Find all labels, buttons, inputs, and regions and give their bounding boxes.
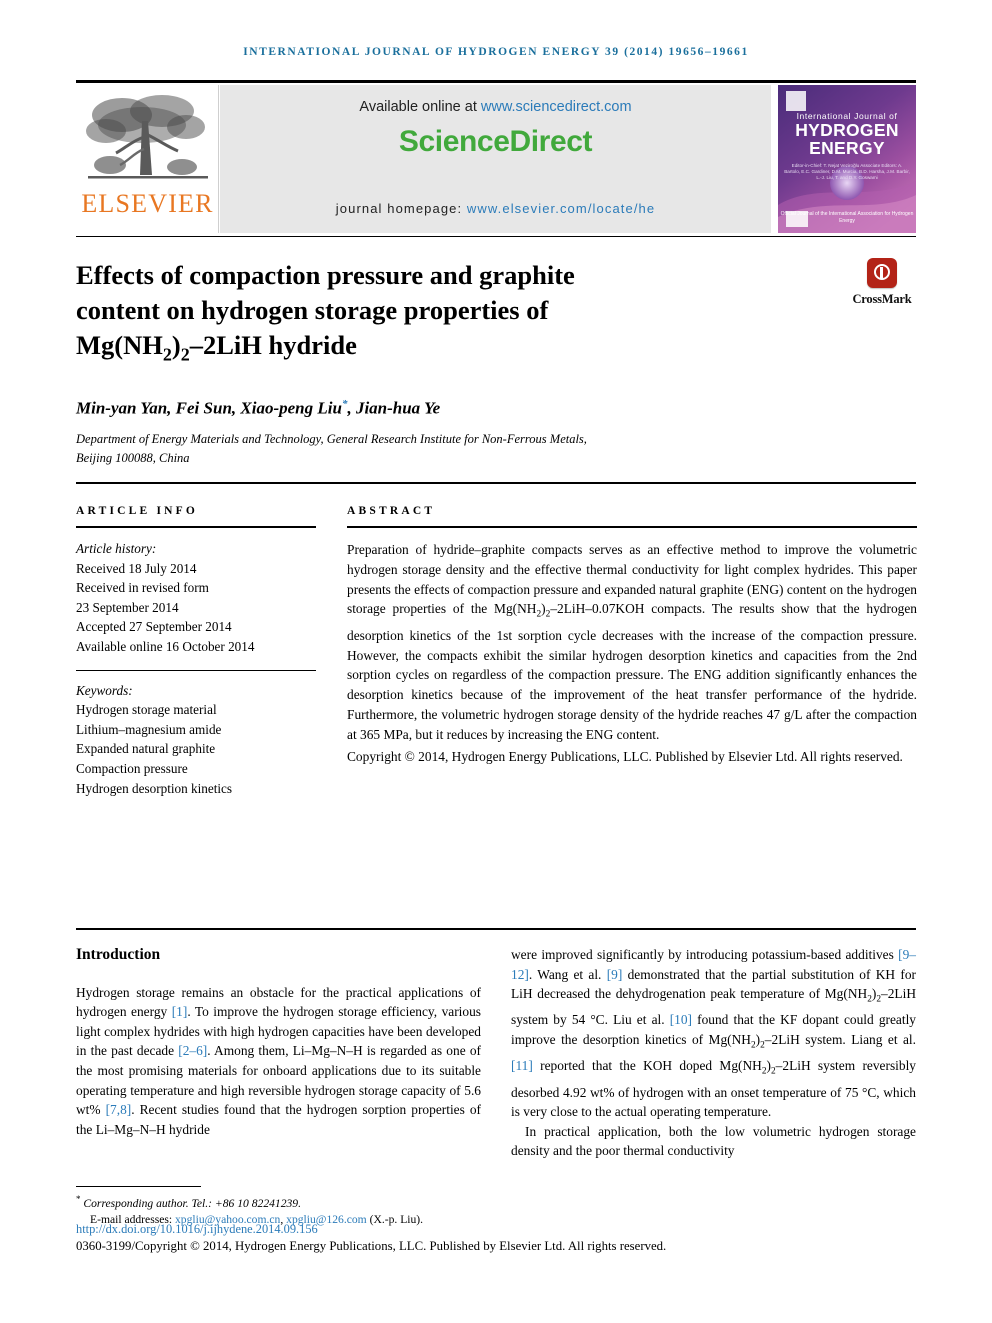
abstract-column: ABSTRACT Preparation of hydride–graphite…: [347, 505, 917, 766]
crossmark-icon: [867, 258, 897, 288]
article-history-label: Article history:: [76, 541, 157, 556]
keyword-0: Hydrogen storage material: [76, 702, 217, 718]
keyword-2: Expanded natural graphite: [76, 741, 216, 757]
keyword-4: Hydrogen desorption kinetics: [76, 780, 233, 796]
authors-main: Min-yan Yan, Fei Sun, Xiao-peng Liu: [76, 398, 342, 418]
history-item-1: Received in revised form: [76, 580, 209, 596]
journal-header-band: ELSEVIER Available online at www.science…: [76, 85, 916, 233]
running-head: International Journal of Hydrogen Energy…: [243, 46, 749, 58]
keyword-1: Lithium–magnesium amide: [76, 721, 222, 737]
elsevier-tree-icon: [86, 95, 208, 179]
available-online-label: Available online at: [359, 99, 481, 115]
journal-cover-thumbnail: International Journal of HYDROGEN ENERGY…: [778, 85, 916, 233]
abstract-underline: [347, 526, 917, 528]
header-bottom-rule: [76, 236, 916, 237]
sciencedirect-logo: ScienceDirect: [398, 125, 593, 158]
affiliation-line-2: Beijing 100088, China: [76, 451, 190, 465]
title-line-3: Mg(NH2)2–2LiH hydride: [76, 330, 357, 365]
intro-paragraph-right-1: were improved significantly by introduci…: [511, 947, 916, 1120]
article-info-underline: [76, 526, 316, 528]
authors-tail: , Jian-hua Ye: [347, 398, 441, 418]
history-item-0: Received 18 July 2014: [76, 560, 197, 576]
journal-homepage-line: journal homepage: www.elsevier.com/locat…: [220, 201, 771, 216]
crossmark-badge[interactable]: CrossMark: [842, 258, 922, 320]
corresponding-author-note: Corresponding author. Tel.: +86 10 82241…: [80, 1196, 302, 1210]
introduction-heading: Introduction: [76, 946, 161, 963]
cover-title-line1: HYDROGEN: [795, 120, 899, 140]
affiliation: Department of Energy Materials and Techn…: [76, 430, 716, 468]
cover-footer-text: Official Journal of the International As…: [780, 211, 914, 224]
journal-homepage-label: journal homepage:: [335, 201, 467, 216]
journal-homepage-url[interactable]: www.elsevier.com/locate/he: [467, 201, 655, 216]
elsevier-wordmark: ELSEVIER: [81, 189, 214, 218]
author-list: Min-yan Yan, Fei Sun, Xiao-peng Liu*, Ji…: [76, 398, 776, 419]
page-title: Effects of compaction pressure and graph…: [76, 258, 696, 372]
body-column-right: were improved significantly by introduci…: [511, 945, 916, 1161]
keyword-3: Compaction pressure: [76, 760, 188, 776]
history-item-3: Accepted 27 September 2014: [76, 619, 232, 635]
history-item-2: 23 September 2014: [76, 599, 179, 615]
citation-7-8[interactable]: [7,8]: [106, 1102, 132, 1117]
citation-10[interactable]: [10]: [670, 1012, 692, 1027]
intro-paragraph-left: Hydrogen storage remains an obstacle for…: [76, 984, 481, 1137]
cover-journal-title: HYDROGEN ENERGY: [778, 121, 916, 157]
article-info-column: ARTICLE INFO Article history: Received 1…: [76, 505, 316, 798]
citation-9[interactable]: [9]: [607, 967, 623, 982]
affiliation-line-1: Department of Energy Materials and Techn…: [76, 432, 587, 446]
article-info-heading: ARTICLE INFO: [76, 505, 199, 517]
keywords-divider: [76, 669, 316, 671]
abstract-copyright: Copyright © 2014, Hydrogen Energy Public…: [347, 748, 903, 764]
citation-2-6[interactable]: [2–6]: [178, 1043, 207, 1058]
article-history-block: Article history: Received 18 July 2014 R…: [76, 539, 316, 657]
header-top-rule: [76, 80, 916, 83]
journal-article-page: International Journal of Hydrogen Energy…: [0, 0, 992, 1323]
body-column-left: Introduction Hydrogen storage remains an…: [76, 945, 481, 1139]
cover-title-line2: ENERGY: [809, 138, 885, 158]
title-line-2: content on hydrogen storage properties o…: [76, 295, 549, 325]
doi-link[interactable]: http://dx.doi.org/10.1016/j.ijhydene.201…: [76, 1222, 318, 1237]
issn-copyright-line: 0360-3199/Copyright © 2014, Hydrogen Ene…: [76, 1239, 667, 1253]
elsevier-logo-box: ELSEVIER: [76, 85, 219, 233]
crossmark-label: CrossMark: [852, 292, 912, 306]
sciencedirect-url[interactable]: www.sciencedirect.com: [481, 99, 632, 115]
keywords-block: Keywords: Hydrogen storage material Lith…: [76, 681, 316, 799]
available-online-line: Available online at www.sciencedirect.co…: [220, 99, 771, 115]
cover-editors: Editor-in-Chief: T. Nejat Veziroğlu Asso…: [784, 163, 910, 180]
intro-paragraph-right-2: In practical application, both the low v…: [511, 1123, 916, 1159]
sciencedirect-box: Available online at www.sciencedirect.co…: [220, 85, 771, 233]
email-owner: (X.-p. Liu).: [366, 1213, 424, 1227]
history-item-4: Available online 16 October 2014: [76, 638, 255, 654]
title-line-1: Effects of compaction pressure and graph…: [76, 260, 575, 290]
body-section-rule: [76, 928, 916, 930]
citation-1[interactable]: [1]: [172, 1004, 188, 1019]
citation-11[interactable]: [11]: [511, 1058, 533, 1073]
footnote-rule: [76, 1186, 201, 1187]
info-section-rule: [76, 482, 916, 484]
keywords-label: Keywords:: [76, 682, 133, 698]
abstract-text: Preparation of hydride–graphite compacts…: [347, 542, 917, 742]
abstract-heading: ABSTRACT: [347, 505, 436, 517]
